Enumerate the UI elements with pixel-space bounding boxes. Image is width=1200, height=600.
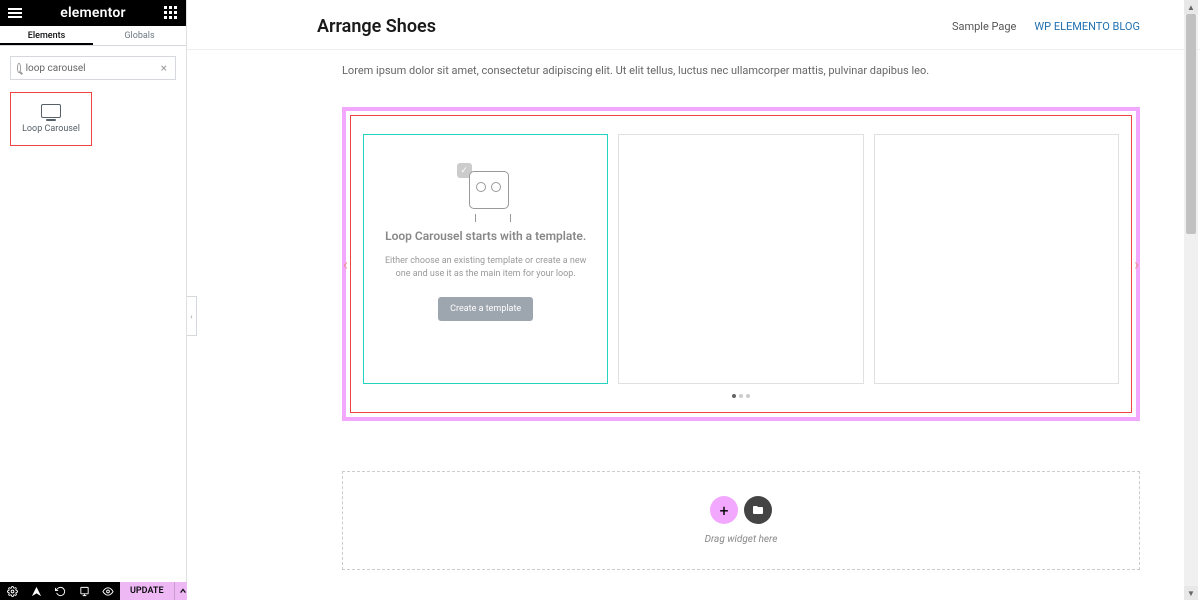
carousel-dot[interactable]: [746, 394, 750, 398]
carousel-next-icon[interactable]: ›: [1134, 255, 1139, 274]
header-nav: Sample Page WP ELEMENTO BLOG: [952, 20, 1140, 33]
widget-search: ×: [10, 56, 176, 80]
loop-carousel-widget[interactable]: ‹ › ✓: [350, 115, 1132, 413]
update-button[interactable]: UPDATE: [120, 582, 174, 600]
carousel-card-template-prompt[interactable]: ✓ Loop Carousel starts with a template. …: [363, 134, 608, 384]
carousel-icon: [41, 104, 61, 118]
clear-search-icon[interactable]: ×: [159, 61, 169, 75]
settings-button[interactable]: [0, 582, 24, 600]
nav-sample-page[interactable]: Sample Page: [952, 20, 1016, 33]
navigator-button[interactable]: [24, 582, 48, 600]
widget-label: Loop Carousel: [22, 124, 80, 134]
add-section-zone[interactable]: + Drag widget here: [342, 471, 1140, 570]
carousel-card-empty: [618, 134, 863, 384]
card-subtitle: Either choose an existing template or cr…: [378, 255, 593, 282]
preview-button[interactable]: [96, 582, 120, 600]
scroll-up-icon[interactable]: ▲: [1184, 0, 1198, 14]
create-template-button[interactable]: Create a template: [438, 297, 533, 321]
carousel-dots: [363, 394, 1119, 398]
intro-text: Lorem ipsum dolor sit amet, consectetur …: [342, 64, 1140, 77]
vertical-scrollbar[interactable]: ▲ ▼: [1184, 0, 1198, 600]
page-title: Arrange Shoes: [317, 16, 436, 37]
sidebar-topbar: elementor: [0, 0, 186, 26]
brand-logo: elementor: [60, 5, 126, 21]
history-button[interactable]: [48, 582, 72, 600]
add-template-button[interactable]: [744, 496, 772, 524]
sidebar-bottombar: UPDATE: [0, 582, 186, 600]
widgets-panel: Loop Carousel: [0, 82, 186, 582]
drop-hint: Drag widget here: [343, 534, 1139, 545]
search-input[interactable]: [26, 63, 159, 74]
search-icon: [17, 63, 21, 73]
carousel-dot[interactable]: [739, 394, 743, 398]
carousel-dot[interactable]: [732, 394, 736, 398]
mascot-icon: ✓: [451, 163, 521, 218]
carousel-prev-icon[interactable]: ‹: [343, 255, 348, 274]
page-header: Arrange Shoes Sample Page WP ELEMENTO BL…: [187, 0, 1200, 50]
elementor-sidebar: elementor Elements Globals × Loop Carous…: [0, 0, 187, 600]
tab-globals[interactable]: Globals: [93, 26, 186, 45]
editor-canvas: Arrange Shoes Sample Page WP ELEMENTO BL…: [187, 0, 1200, 600]
carousel-card-empty: [874, 134, 1119, 384]
tab-elements[interactable]: Elements: [0, 26, 93, 45]
nav-blog[interactable]: WP ELEMENTO BLOG: [1034, 20, 1140, 33]
apps-icon[interactable]: [164, 6, 178, 20]
scroll-thumb[interactable]: [1186, 14, 1196, 234]
widget-loop-carousel[interactable]: Loop Carousel: [10, 92, 92, 146]
sidebar-tabs: Elements Globals: [0, 26, 186, 46]
add-section-button[interactable]: +: [710, 496, 738, 524]
menu-icon[interactable]: [8, 8, 22, 18]
card-title: Loop Carousel starts with a template.: [378, 228, 593, 245]
sidebar-collapse-handle[interactable]: ‹: [187, 296, 197, 336]
section-selected[interactable]: ‹ › ✓: [342, 107, 1140, 421]
scroll-down-icon[interactable]: ▼: [1184, 586, 1198, 600]
responsive-button[interactable]: [72, 582, 96, 600]
